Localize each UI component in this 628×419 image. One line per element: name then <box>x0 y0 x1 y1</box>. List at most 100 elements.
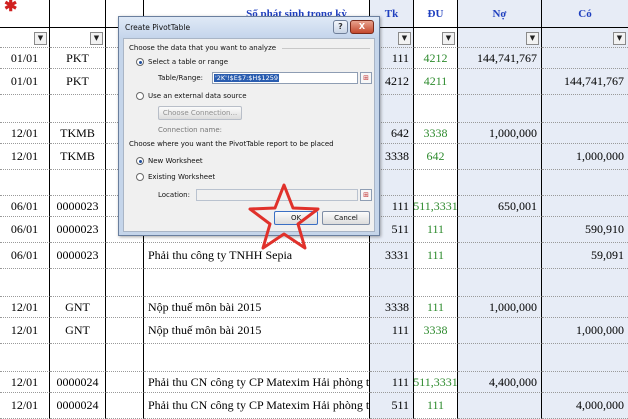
cell-no[interactable]: 650,001 <box>458 196 542 217</box>
cell-co[interactable] <box>542 372 628 393</box>
cell-doc[interactable]: PKT <box>50 48 106 69</box>
cell-date[interactable]: 06/01 <box>0 243 50 269</box>
cell-doc[interactable] <box>50 170 106 196</box>
filter-dropdown-icon[interactable]: ▼ <box>613 32 626 45</box>
cell-blank[interactable] <box>106 243 144 269</box>
cell-du[interactable]: 4212 <box>414 48 458 69</box>
dialog-title-bar[interactable]: Create PivotTable ? X <box>119 17 379 37</box>
location-picker-icon[interactable]: ⊞ <box>360 189 372 201</box>
cell-date[interactable]: 12/01 <box>0 318 50 344</box>
cell-doc[interactable]: 0000023 <box>50 196 106 217</box>
cell-tk[interactable]: 511 <box>370 393 414 419</box>
cell-desc[interactable]: Phải thu CN công ty CP Matexim Hải phòng… <box>144 393 370 419</box>
cell-blank[interactable] <box>106 393 144 419</box>
filter-dropdown-icon[interactable]: ▼ <box>34 32 47 45</box>
cell-no[interactable] <box>458 217 542 243</box>
cell-date[interactable]: 06/01 <box>0 196 50 217</box>
radio-new-worksheet[interactable] <box>136 157 144 165</box>
cell-date[interactable]: 12/01 <box>0 144 50 170</box>
table-range-input[interactable]: '2K'!$E$7:$H$1259 <box>212 72 358 84</box>
cell-co[interactable]: 4,000,000 <box>542 393 628 419</box>
cell-no[interactable] <box>458 95 542 123</box>
filter-dropdown-icon[interactable]: ▼ <box>526 32 539 45</box>
cell-du[interactable]: 3338 <box>414 318 458 344</box>
cell-doc[interactable]: TKMB <box>50 144 106 170</box>
cell-date[interactable] <box>0 269 50 297</box>
cell-desc[interactable]: Phải thu CN công ty CP Matexim Hải phòng… <box>144 372 370 393</box>
cell-doc[interactable] <box>50 344 106 372</box>
header-cell-date[interactable]: ✱ <box>0 0 50 28</box>
cell-du[interactable]: 511,3331 <box>414 372 458 393</box>
cell-du[interactable] <box>414 344 458 372</box>
cell-du[interactable]: 111 <box>414 217 458 243</box>
cell-du[interactable]: 511,3331 <box>414 196 458 217</box>
cell-date[interactable] <box>0 170 50 196</box>
cell-tk[interactable]: 111 <box>370 318 414 344</box>
cell-no[interactable]: 4,400,000 <box>458 372 542 393</box>
cell-co[interactable] <box>542 95 628 123</box>
cell-date[interactable]: 12/01 <box>0 123 50 144</box>
cell-no[interactable] <box>458 243 542 269</box>
cell-doc[interactable]: PKT <box>50 69 106 95</box>
cell-date[interactable] <box>0 344 50 372</box>
cell-co[interactable]: 590,910 <box>542 217 628 243</box>
option-external-label[interactable]: Use an external data source <box>148 92 247 100</box>
cell-doc[interactable]: 0000024 <box>50 393 106 419</box>
cell-tk[interactable]: 3331 <box>370 243 414 269</box>
cell-co[interactable] <box>542 344 628 372</box>
cell-co[interactable]: 1,000,000 <box>542 144 628 170</box>
cell-du[interactable]: 642 <box>414 144 458 170</box>
filter-dropdown-icon[interactable]: ▼ <box>398 32 411 45</box>
cell-du[interactable]: 111 <box>414 243 458 269</box>
cell-co[interactable] <box>542 196 628 217</box>
cell-tk[interactable]: 3338 <box>370 297 414 318</box>
cell-date[interactable]: 12/01 <box>0 393 50 419</box>
option-select-table-label[interactable]: Select a table or range <box>148 58 228 66</box>
range-picker-icon[interactable]: ⊞ <box>360 72 372 84</box>
filter-dropdown-icon[interactable]: ▼ <box>442 32 455 45</box>
cell-doc[interactable]: TKMB <box>50 123 106 144</box>
cell-desc[interactable] <box>144 344 370 372</box>
cell-blank[interactable] <box>106 297 144 318</box>
option-new-worksheet-label[interactable]: New Worksheet <box>148 157 203 165</box>
cell-tk[interactable]: 111 <box>370 372 414 393</box>
cell-date[interactable]: 06/01 <box>0 217 50 243</box>
header-cell-no[interactable]: Nợ <box>458 0 542 28</box>
cell-no[interactable] <box>458 344 542 372</box>
cell-doc[interactable]: GNT <box>50 297 106 318</box>
cell-date[interactable]: 01/01 <box>0 48 50 69</box>
cell-du[interactable]: 3338 <box>414 123 458 144</box>
cell-desc[interactable]: Nộp thuế môn bài 2015 <box>144 318 370 344</box>
cell-co[interactable]: 59,091 <box>542 243 628 269</box>
filter-dropdown-icon[interactable]: ▼ <box>90 32 103 45</box>
cell-no[interactable] <box>458 144 542 170</box>
cell-du[interactable] <box>414 170 458 196</box>
cell-co[interactable] <box>542 269 628 297</box>
cell-desc[interactable] <box>144 269 370 297</box>
cell-no[interactable]: 1,000,000 <box>458 123 542 144</box>
cell-no[interactable]: 1,000,000 <box>458 297 542 318</box>
cell-du[interactable]: 111 <box>414 297 458 318</box>
cell-du[interactable]: 111 <box>414 393 458 419</box>
cell-desc[interactable]: Nộp thuế môn bài 2015 <box>144 297 370 318</box>
cell-co[interactable] <box>542 123 628 144</box>
choose-connection-button[interactable]: Choose Connection... <box>158 106 242 120</box>
cell-du[interactable]: 4211 <box>414 69 458 95</box>
cell-du[interactable] <box>414 269 458 297</box>
cell-co[interactable] <box>542 48 628 69</box>
cell-no[interactable] <box>458 318 542 344</box>
cell-blank[interactable] <box>106 344 144 372</box>
cell-no[interactable] <box>458 170 542 196</box>
cell-blank[interactable] <box>106 318 144 344</box>
help-button[interactable]: ? <box>333 20 348 34</box>
cell-no[interactable]: 144,741,767 <box>458 48 542 69</box>
cell-co[interactable]: 1,000,000 <box>542 318 628 344</box>
cell-blank[interactable] <box>106 269 144 297</box>
cell-doc[interactable]: GNT <box>50 318 106 344</box>
cell-co[interactable] <box>542 297 628 318</box>
cell-no[interactable] <box>458 269 542 297</box>
option-existing-worksheet-label[interactable]: Existing Worksheet <box>148 173 215 181</box>
cell-date[interactable] <box>0 95 50 123</box>
close-button[interactable]: X <box>350 20 374 34</box>
radio-existing-worksheet[interactable] <box>136 173 144 181</box>
